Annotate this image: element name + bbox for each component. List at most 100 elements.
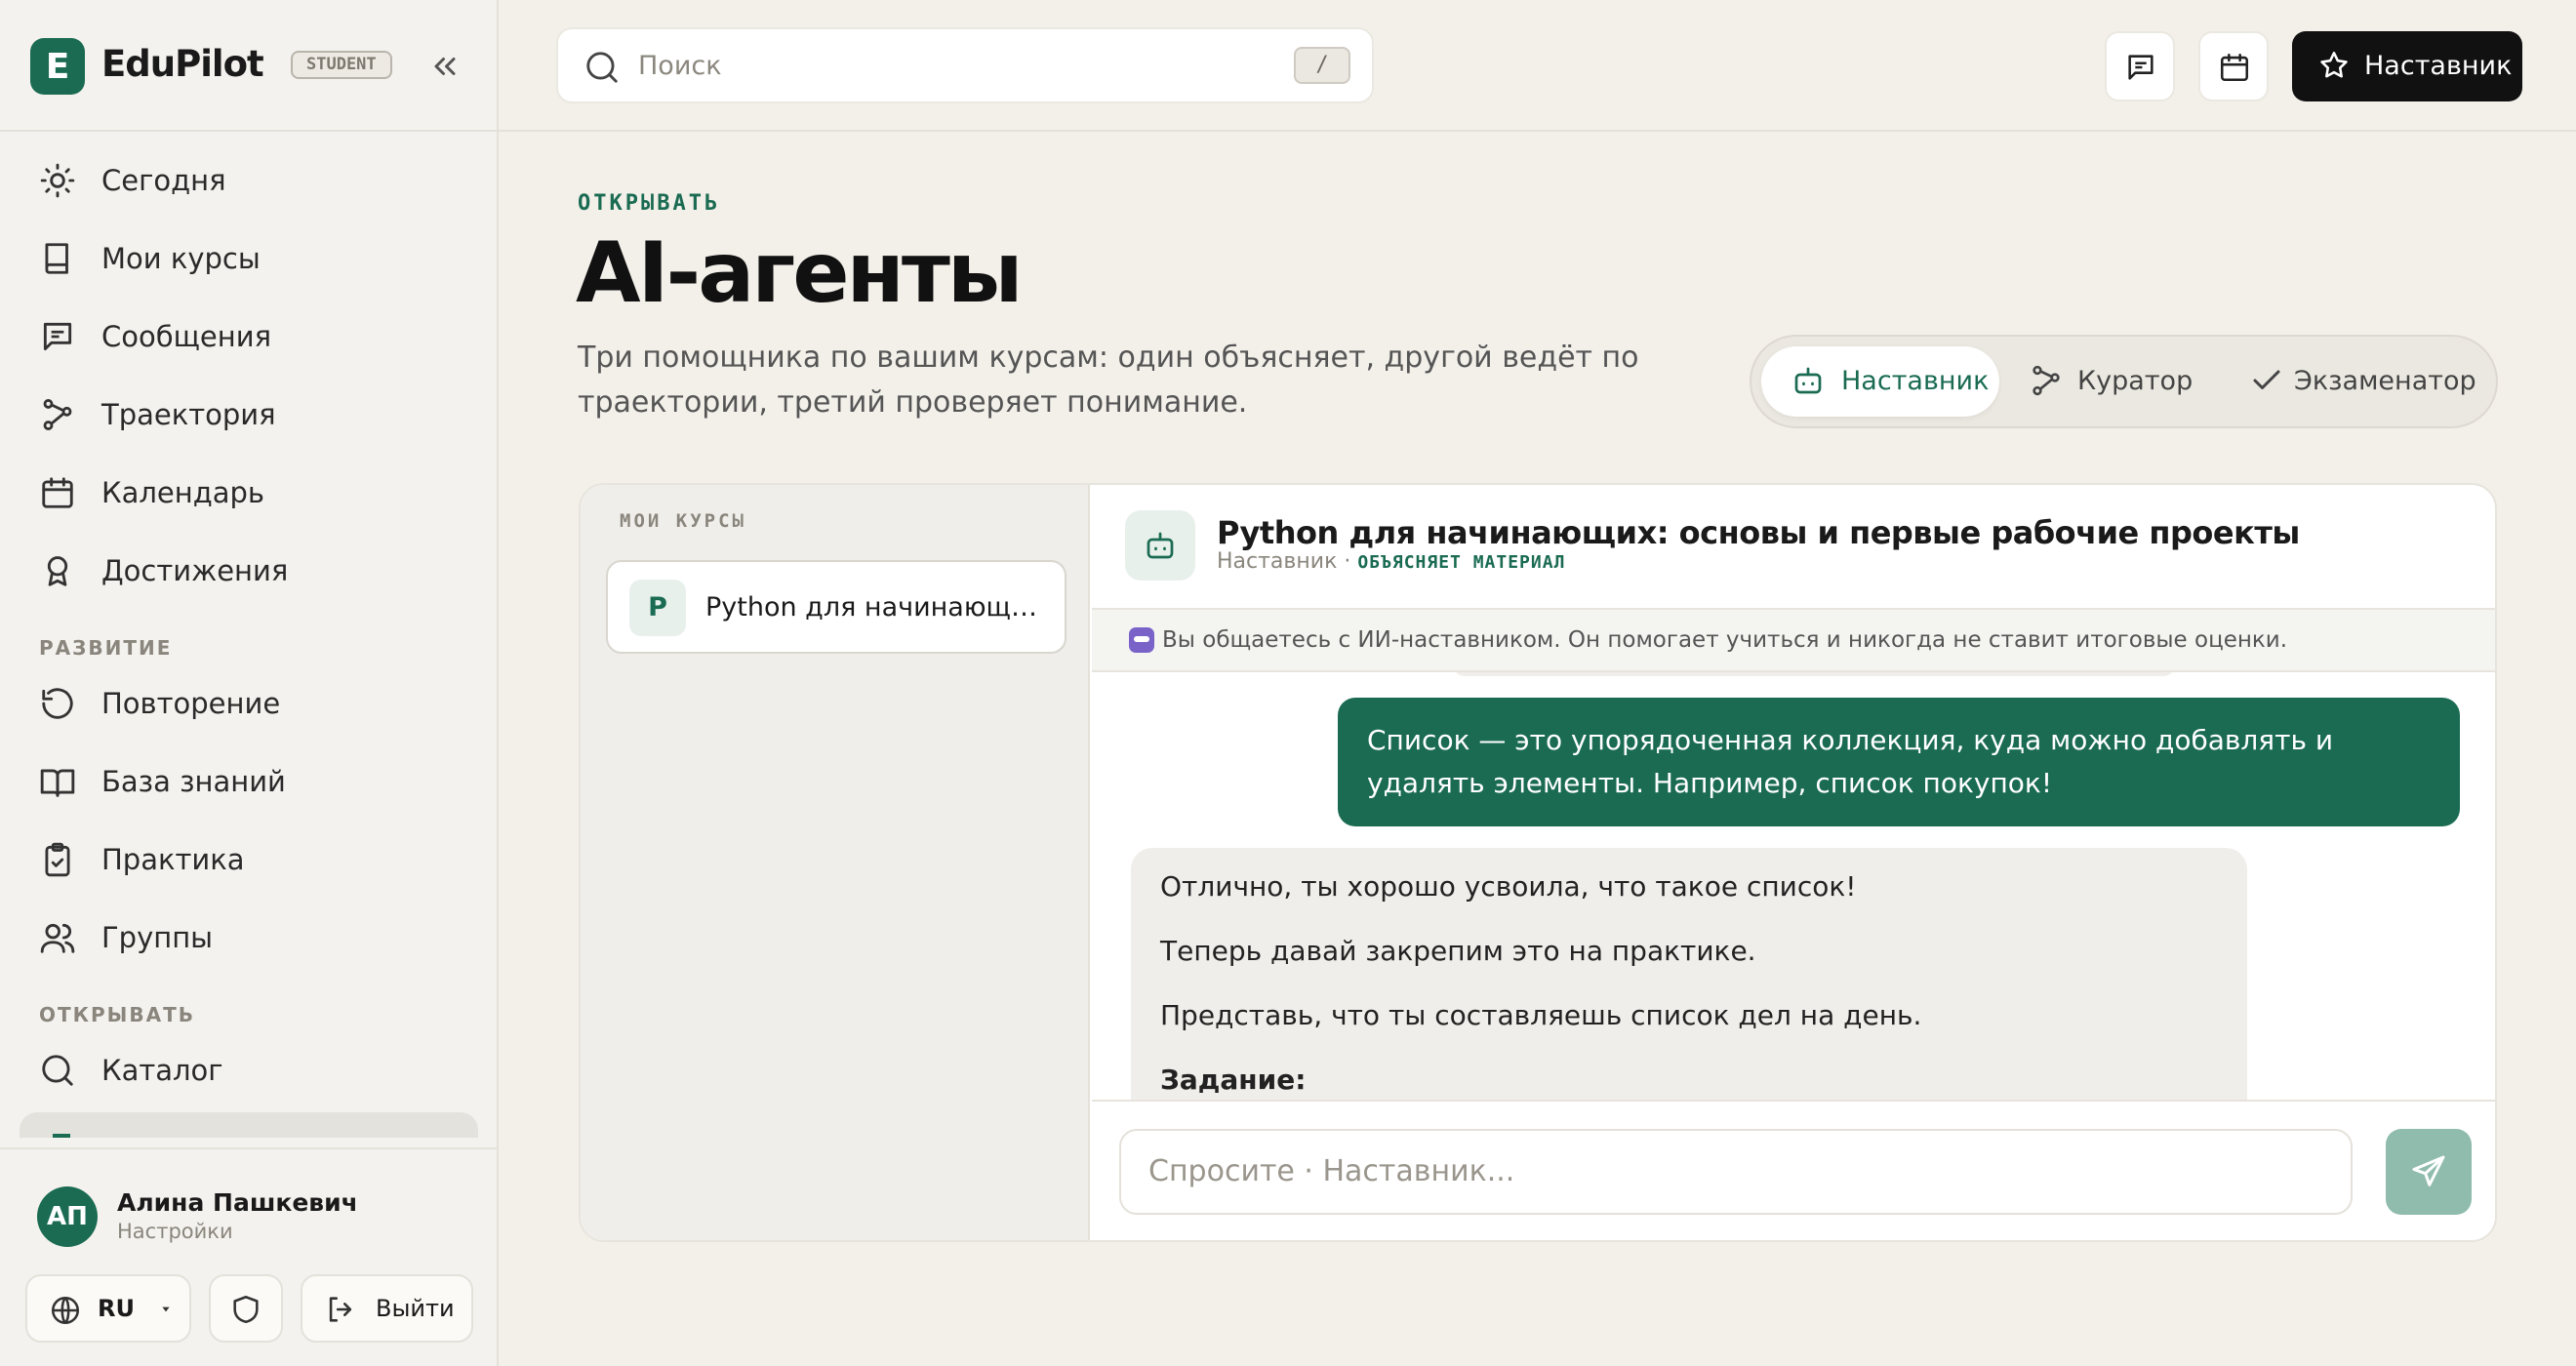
message-icon bbox=[2128, 55, 2153, 80]
ai-notice-banner: Вы общаетесь с ИИ-наставником. Он помога… bbox=[1092, 608, 2495, 672]
user-settings-link[interactable]: Настройки bbox=[117, 1220, 233, 1243]
assistant-message: Отлично, ты хорошо усвоила, что такое сп… bbox=[1131, 848, 2247, 1100]
award-icon bbox=[47, 556, 68, 586]
message-list[interactable]: Список — это упорядоченная коллекция, ку… bbox=[1092, 672, 2495, 1100]
search-icon bbox=[42, 1055, 73, 1086]
sun-icon bbox=[40, 163, 75, 198]
tab-mentor[interactable]: Наставник bbox=[1761, 346, 1999, 417]
rotate-icon bbox=[42, 688, 73, 719]
bot-icon bbox=[1794, 367, 1822, 394]
chat-input[interactable]: Спросите · Наставник... bbox=[1119, 1129, 2353, 1215]
book-icon bbox=[45, 243, 68, 274]
nav-item-groups[interactable]: Группы bbox=[20, 904, 478, 972]
avatar[interactable]: АП bbox=[37, 1186, 98, 1247]
tab-curator[interactable]: Куратор bbox=[2009, 346, 2232, 417]
courses-list: МОИ КУРСЫ P Python для начинающих: основ… bbox=[581, 485, 1090, 1240]
route-icon bbox=[43, 399, 72, 430]
star-icon bbox=[2320, 51, 2348, 78]
nav-item-trajectory[interactable]: Траектория bbox=[20, 381, 478, 449]
agent-switcher: Наставник Куратор Экзаменатор bbox=[1750, 335, 2498, 428]
page-title: AI-агенты bbox=[576, 224, 1024, 322]
language-value: RU bbox=[98, 1295, 135, 1322]
logout-label: Выйти bbox=[376, 1295, 455, 1322]
nav-item-knowledge-base[interactable]: База знаний bbox=[20, 747, 478, 816]
assistant-task-label: Задание: bbox=[1160, 1064, 1307, 1096]
tab-label: Куратор bbox=[2077, 366, 2194, 396]
chat-composer: Спросите · Наставник... bbox=[1092, 1100, 2495, 1240]
nav-item-label: База знаний bbox=[101, 765, 286, 798]
agent-panel: МОИ КУРСЫ P Python для начинающих: основ… bbox=[579, 483, 2497, 1242]
message-icon bbox=[43, 322, 72, 351]
app-name: EduPilot bbox=[101, 43, 264, 85]
logout-icon bbox=[329, 1297, 352, 1322]
assistant-paragraph: Теперь давай закрепим это на практике. bbox=[1160, 935, 1756, 967]
course-item[interactable]: P Python для начинающих: основы и первые… bbox=[606, 560, 1067, 654]
language-select[interactable]: RU bbox=[25, 1274, 191, 1343]
page-description: Три помощника по вашим курсам: один объя… bbox=[578, 341, 1639, 420]
nav-item-catalog[interactable]: Каталог bbox=[20, 1036, 478, 1105]
mentor-button[interactable]: Наставник bbox=[2292, 31, 2522, 101]
role-badge: STUDENT bbox=[291, 51, 392, 79]
calendar-icon bbox=[2220, 53, 2249, 82]
course-title: Python для начинающих: основы и первые р… bbox=[705, 592, 1053, 623]
brand-header: E EduPilot STUDENT bbox=[0, 0, 497, 132]
sidebar: E EduPilot STUDENT Сегодня Мои курсы Соо… bbox=[0, 0, 499, 1366]
route-icon bbox=[2033, 365, 2060, 396]
collapse-sidebar-button[interactable] bbox=[427, 49, 463, 84]
chat-title: Python для начинающих: основы и первые р… bbox=[1217, 514, 2300, 551]
users-icon bbox=[40, 923, 75, 953]
previous-message-edge bbox=[1453, 672, 2175, 676]
search-shortcut-key: / bbox=[1294, 47, 1350, 84]
calendar-icon bbox=[42, 477, 73, 508]
user-name[interactable]: Алина Пашкевич bbox=[117, 1188, 358, 1217]
chat-header: Python для начинающих: основы и первые р… bbox=[1092, 485, 2495, 608]
shield-icon bbox=[233, 1295, 259, 1324]
nav-section-discover: ОТКРЫВАТЬ bbox=[39, 1003, 195, 1026]
messages-button[interactable] bbox=[2105, 31, 2175, 101]
nav-item-today[interactable]: Сегодня bbox=[20, 146, 478, 215]
nav-section-growth: РАЗВИТИЕ bbox=[39, 636, 173, 660]
agent-name: Наставник bbox=[1217, 549, 1338, 574]
send-icon bbox=[2412, 1155, 2445, 1186]
search-icon bbox=[586, 52, 618, 83]
robot-emoji-icon bbox=[1129, 627, 1154, 653]
courses-caption: МОИ КУРСЫ bbox=[620, 510, 746, 532]
open-book-icon bbox=[40, 769, 75, 797]
tab-examiner[interactable]: Экзаменатор bbox=[2241, 346, 2485, 417]
caret-down-icon bbox=[162, 1306, 170, 1312]
agent-avatar bbox=[1125, 510, 1195, 581]
privacy-button[interactable] bbox=[209, 1274, 283, 1343]
nav-item-label: Сегодня bbox=[101, 164, 226, 197]
nav-item-messages[interactable]: Сообщения bbox=[20, 302, 478, 371]
agent-mode: ОБЪЯСНЯЕТ МАТЕРИАЛ bbox=[1357, 552, 1566, 573]
search-placeholder: Поиск bbox=[638, 51, 722, 81]
tab-label: Наставник bbox=[1841, 366, 1990, 396]
nav-item-review[interactable]: Повторение bbox=[20, 669, 478, 738]
calendar-button[interactable] bbox=[2198, 31, 2269, 101]
user-message: Список — это упорядоченная коллекция, ку… bbox=[1338, 698, 2460, 826]
tab-label: Экзаменатор bbox=[2294, 366, 2476, 396]
nav-item-label: Группы bbox=[101, 921, 214, 954]
course-mark: P bbox=[629, 580, 686, 636]
nav-item-label: Сообщения bbox=[101, 320, 272, 353]
nav-item-label: Практика bbox=[101, 843, 245, 876]
logout-button[interactable]: Выйти bbox=[301, 1274, 473, 1343]
globe-icon bbox=[51, 1296, 80, 1325]
app-logo[interactable]: E bbox=[30, 38, 85, 95]
subtitle-separator: · bbox=[1337, 549, 1358, 574]
bot-icon bbox=[1147, 532, 1174, 559]
nav-item-label: Траектория bbox=[101, 398, 276, 431]
nav-item-my-courses[interactable]: Мои курсы bbox=[20, 224, 478, 293]
nav-item-calendar[interactable]: Календарь bbox=[20, 459, 478, 527]
nav-item-label: Календарь bbox=[101, 476, 265, 509]
assistant-paragraph: Представь, что ты составляешь список дел… bbox=[1160, 999, 1922, 1031]
nav-item-ai-agents-active[interactable] bbox=[20, 1112, 478, 1138]
chat-area: Python для начинающих: основы и первые р… bbox=[1092, 485, 2495, 1240]
nav-item-practice[interactable]: Практика bbox=[20, 825, 478, 894]
sidebar-footer: АП Алина Пашкевич Настройки RU Выйти bbox=[0, 1147, 497, 1366]
page-eyebrow: ОТКРЫВАТЬ bbox=[578, 191, 721, 216]
ai-notice-text: Вы общаетесь с ИИ-наставником. Он помога… bbox=[1162, 627, 2288, 653]
nav-item-achievements[interactable]: Достижения bbox=[20, 537, 478, 605]
send-button[interactable] bbox=[2386, 1129, 2472, 1215]
search-input[interactable]: Поиск / bbox=[556, 27, 1374, 103]
